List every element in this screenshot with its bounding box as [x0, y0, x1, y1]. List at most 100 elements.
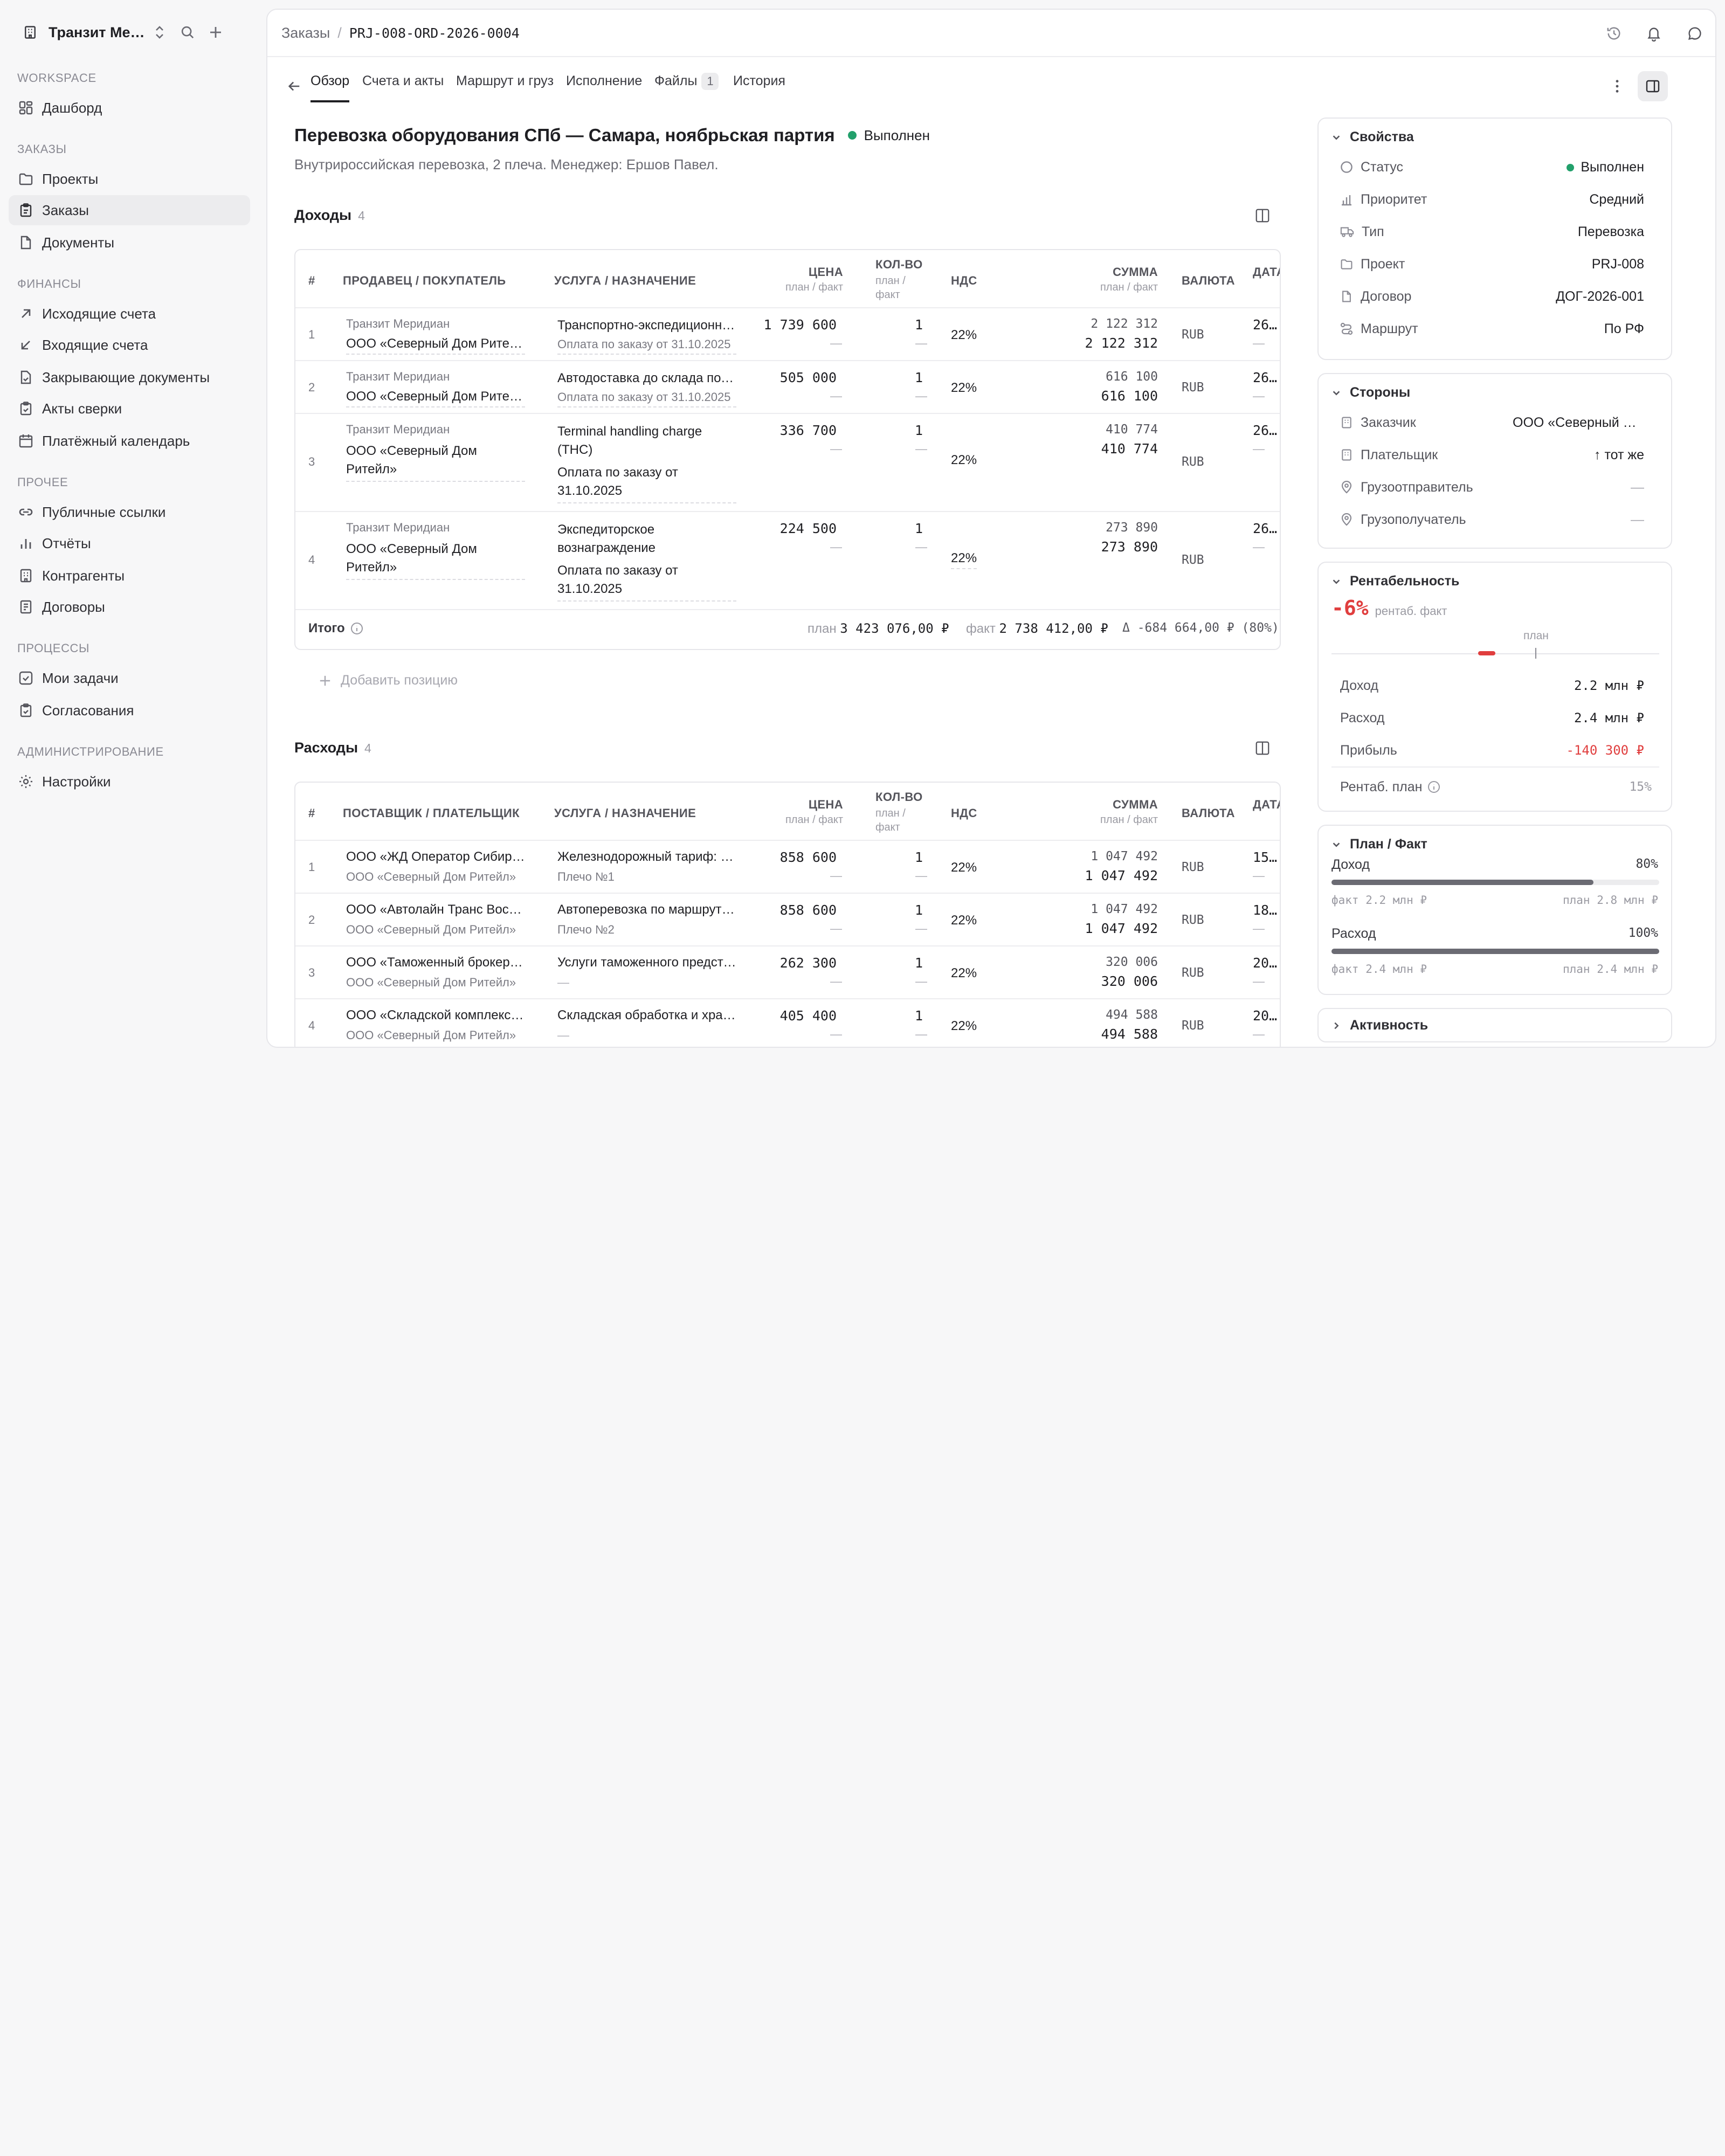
columns-icon[interactable] [1251, 736, 1274, 760]
table-row[interactable]: 2 ООО «Автолайн Транс Восток» ООО «Север… [295, 893, 1280, 945]
qty-plan[interactable]: 1 [899, 423, 923, 438]
qty-plan[interactable]: 1 [899, 849, 923, 865]
price-plan[interactable]: 405 400 [727, 1008, 837, 1024]
tab-history[interactable]: История [733, 72, 785, 100]
add-position-button[interactable]: Добавить позицию [319, 673, 458, 688]
service-name[interactable]: Транспортно-экспедиционные услуги [557, 318, 736, 333]
sidebar-item-projects[interactable]: Проекты [9, 164, 250, 194]
table-row[interactable]: 1 ООО «ЖД Оператор Сибирь» ООО «Северный… [295, 840, 1280, 893]
supplier-name[interactable]: ООО «Таможенный брокер Север» [346, 955, 525, 970]
chevron-updown-icon[interactable] [152, 26, 167, 39]
service-name[interactable]: Складская обработка и хранение [557, 1008, 736, 1023]
bell-icon[interactable] [1642, 22, 1666, 45]
price-plan[interactable]: 224 500 [727, 521, 837, 536]
plan-fact-income-plan: план 2.8 млн ₽ [1562, 894, 1658, 907]
row-number: 3 [308, 455, 315, 468]
price-plan[interactable]: 336 700 [727, 423, 837, 438]
tab-execution[interactable]: Исполнение [566, 72, 642, 100]
table-row[interactable]: 3 ООО «Таможенный брокер Север» ООО «Сев… [295, 945, 1280, 998]
properties-header[interactable]: Свойства [1331, 129, 1414, 145]
party-payer[interactable]: Плательщик ↑ тот же [1340, 444, 1644, 466]
qty-plan[interactable]: 1 [899, 370, 923, 385]
service-name[interactable]: Автоперевозка по маршруту Самара — склад [557, 902, 736, 917]
service-name[interactable]: Автодоставка до склада получателя [557, 371, 736, 386]
tab-route-cargo[interactable]: Маршрут и груз [456, 72, 554, 100]
activity-header[interactable]: Активность [1331, 1018, 1428, 1033]
sidebar-item-approvals[interactable]: Согласования [9, 695, 250, 725]
info-icon[interactable] [1427, 780, 1440, 793]
col-header-vat: НДС [951, 806, 977, 820]
plus-icon[interactable] [204, 20, 227, 44]
sidebar-item-outgoing-invoices[interactable]: Исходящие счета [9, 299, 250, 329]
sum-plan: 494 588 [1106, 1008, 1158, 1022]
property-type[interactable]: Тип Перевозка [1340, 221, 1644, 243]
property-contract[interactable]: Договор ДОГ-2026-001 [1340, 286, 1644, 307]
buyer-name[interactable]: ООО «Северный Дом Ритейл» [346, 442, 525, 482]
table-row[interactable]: 3 Транзит Меридиан ООО «Северный Дом Рит… [295, 413, 1280, 511]
qty-plan[interactable]: 1 [899, 902, 923, 918]
nav-section-title: ПРОЧЕЕ [17, 475, 68, 489]
tab-files[interactable]: Файлы 1 [654, 72, 719, 100]
service-name[interactable]: Экспедиторское вознаграждение [557, 521, 736, 557]
price-plan[interactable]: 262 300 [727, 955, 837, 971]
history-icon[interactable] [1602, 22, 1626, 45]
sidebar-item-documents[interactable]: Документы [9, 227, 250, 258]
sidebar-item-reports[interactable]: Отчёты [9, 528, 250, 558]
party-shipper[interactable]: Грузоотправитель — [1340, 476, 1644, 498]
sidebar-item-reconciliation[interactable]: Акты сверки [9, 393, 250, 424]
property-project[interactable]: Проект PRJ-008 [1340, 253, 1644, 275]
plan-fact-expense-label: Расход [1331, 926, 1376, 941]
profitability-header[interactable]: Рентабельность [1331, 573, 1459, 589]
panel-toggle-icon[interactable] [1638, 71, 1668, 101]
sidebar-item-public-links[interactable]: Публичные ссылки [9, 497, 250, 527]
price-plan[interactable]: 505 000 [727, 370, 837, 385]
sidebar-item-settings[interactable]: Настройки [9, 766, 250, 797]
tab-invoices[interactable]: Счета и акты [362, 72, 444, 100]
sidebar-item-counterparties[interactable]: Контрагенты [9, 561, 250, 591]
supplier-name[interactable]: ООО «ЖД Оператор Сибирь» [346, 849, 525, 865]
property-priority[interactable]: Приоритет Средний [1340, 189, 1644, 210]
sidebar-item-payment-calendar[interactable]: Платёжный календарь [9, 426, 250, 456]
property-status[interactable]: Статус Выполнен [1340, 156, 1644, 178]
qty-plan[interactable]: 1 [899, 317, 923, 333]
party-customer[interactable]: Заказчик ООО «Северный Дом Ритейл» [1340, 412, 1644, 433]
sidebar-item-my-tasks[interactable]: Мои задачи [9, 663, 250, 693]
supplier-name[interactable]: ООО «Автолайн Транс Восток» [346, 902, 525, 917]
party-consignee[interactable]: Грузополучатель — [1340, 509, 1644, 530]
service-name[interactable]: Услуги таможенного представителя [557, 955, 736, 970]
buyer-name[interactable]: ООО «Северный Дом Ритейл» [346, 540, 525, 580]
more-vertical-icon[interactable] [1605, 74, 1629, 98]
table-row[interactable]: 4 Транзит Меридиан ООО «Северный Дом Рит… [295, 511, 1280, 609]
sidebar-item-contracts[interactable]: Договоры [9, 592, 250, 622]
chat-icon[interactable] [1683, 22, 1707, 45]
qty-plan[interactable]: 1 [899, 955, 923, 971]
supplier-name[interactable]: ООО «Складской комплекс Волга» [346, 1008, 525, 1023]
sidebar-item-incoming-invoices[interactable]: Входящие счета [9, 330, 250, 360]
clipboard-icon [20, 203, 32, 217]
price-plan[interactable]: 1 739 600 [727, 317, 837, 333]
columns-icon[interactable] [1251, 204, 1274, 227]
table-row[interactable]: 4 ООО «Складской комплекс Волга» ООО «Се… [295, 998, 1280, 1047]
parties-header[interactable]: Стороны [1331, 385, 1410, 400]
sidebar-item-closing-documents[interactable]: Закрывающие документы [9, 362, 250, 392]
qty-plan[interactable]: 1 [899, 1008, 923, 1024]
qty-plan[interactable]: 1 [899, 521, 923, 536]
tab-overview[interactable]: Обзор [310, 72, 350, 102]
workspace-switcher[interactable]: Транзит Меридиан [18, 19, 247, 45]
back-arrow-icon[interactable] [282, 74, 306, 98]
service-name[interactable]: Железнодорожный тариф: Санкт-Петербург —… [557, 849, 736, 865]
buyer-name[interactable]: ООО «Северный Дом Ритейл» [346, 336, 525, 355]
property-route[interactable]: Маршрут По РФ [1340, 318, 1644, 340]
search-icon[interactable] [176, 20, 199, 44]
sidebar-item-dashboard[interactable]: Дашборд [9, 93, 250, 123]
buyer-name[interactable]: ООО «Северный Дом Ритейл» [346, 389, 525, 407]
table-row[interactable]: 2 Транзит Меридиан ООО «Северный Дом Рит… [295, 360, 1280, 413]
plan-fact-header[interactable]: План / Факт [1331, 837, 1427, 852]
breadcrumb-parent[interactable]: Заказы [281, 25, 330, 42]
info-icon[interactable] [350, 622, 363, 635]
service-name[interactable]: Terminal handling charge (THC) [557, 423, 736, 459]
price-plan[interactable]: 858 600 [727, 849, 837, 865]
sidebar-item-orders[interactable]: Заказы [9, 195, 250, 225]
table-row[interactable]: 1 Транзит Меридиан ООО «Северный Дом Рит… [295, 307, 1280, 360]
price-plan[interactable]: 858 600 [727, 902, 837, 918]
